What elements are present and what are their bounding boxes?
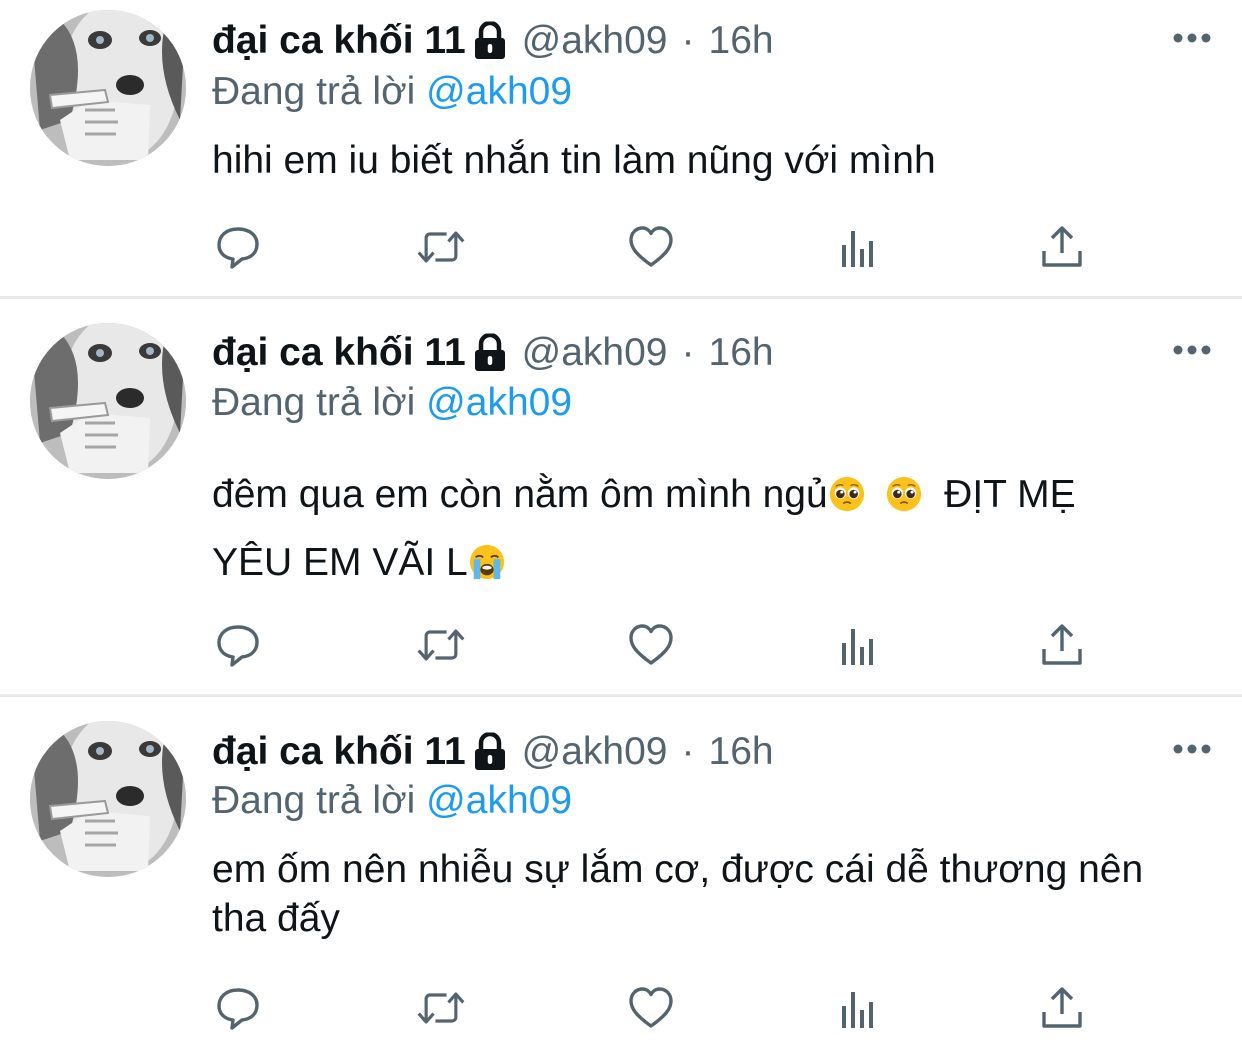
tweet-text: đêm qua em còn nằm ôm mình ngủ ĐỊT MẸ YÊU… bbox=[212, 461, 1202, 597]
reply-button[interactable] bbox=[212, 983, 264, 1033]
action-bar bbox=[212, 620, 1082, 670]
user-handle[interactable]: @akh09 bbox=[522, 19, 668, 63]
lock-icon bbox=[472, 333, 508, 373]
like-button[interactable] bbox=[625, 983, 677, 1033]
retweet-icon bbox=[415, 984, 467, 1032]
like-icon bbox=[627, 621, 675, 669]
display-name[interactable]: đại ca khối 11 bbox=[212, 331, 466, 375]
lock-icon bbox=[472, 21, 508, 61]
reply-icon bbox=[214, 621, 262, 669]
avatar[interactable] bbox=[30, 323, 186, 479]
pleading-face-emoji bbox=[828, 475, 866, 513]
tweet-header: đại ca khối 11 @akh09 · 16h bbox=[212, 727, 774, 777]
timestamp[interactable]: 16h bbox=[709, 331, 774, 375]
user-handle[interactable]: @akh09 bbox=[522, 331, 668, 375]
husky-dog-avatar bbox=[30, 323, 186, 479]
separator: · bbox=[681, 331, 695, 374]
tweet-text: em ốm nên nhiễu sự lắm cơ, được cái dễ t… bbox=[212, 848, 1155, 940]
separator: · bbox=[681, 730, 695, 773]
reply-to-handle[interactable]: @akh09 bbox=[426, 381, 572, 424]
husky-dog-avatar bbox=[30, 10, 186, 166]
analytics-button[interactable] bbox=[832, 222, 884, 272]
retweet-button[interactable] bbox=[415, 983, 467, 1033]
tweet[interactable]: đại ca khối 11 @akh09 · 16h Đang trả lời… bbox=[0, 697, 1242, 1052]
reply-to-handle[interactable]: @akh09 bbox=[426, 779, 572, 822]
analytics-icon bbox=[834, 984, 882, 1032]
retweet-button[interactable] bbox=[415, 620, 467, 670]
loudly-crying-face-emoji bbox=[468, 543, 506, 581]
tweet-header: đại ca khối 11 @akh09 · 16h bbox=[212, 16, 774, 66]
tweet[interactable]: đại ca khối 11 @akh09 · 16h Đang trả lời… bbox=[0, 0, 1242, 296]
tweet-text-line2: YÊU EM VÃI L bbox=[212, 541, 468, 584]
avatar[interactable] bbox=[30, 10, 186, 166]
user-handle[interactable]: @akh09 bbox=[522, 730, 668, 774]
reply-context: Đang trả lời @akh09 bbox=[212, 70, 572, 114]
like-icon bbox=[627, 223, 675, 271]
reply-icon bbox=[214, 223, 262, 271]
analytics-button[interactable] bbox=[832, 620, 884, 670]
share-button[interactable] bbox=[1036, 222, 1088, 272]
share-button[interactable] bbox=[1036, 983, 1088, 1033]
reply-button[interactable] bbox=[212, 222, 264, 272]
reply-button[interactable] bbox=[212, 620, 264, 670]
lock-icon bbox=[472, 732, 508, 772]
separator: · bbox=[681, 19, 695, 62]
reply-prefix: Đang trả lời bbox=[212, 70, 416, 113]
tweet-header: đại ca khối 11 @akh09 · 16h bbox=[212, 328, 774, 378]
like-icon bbox=[627, 984, 675, 1032]
share-icon bbox=[1038, 984, 1086, 1032]
reply-to-handle[interactable]: @akh09 bbox=[426, 70, 572, 113]
analytics-button[interactable] bbox=[832, 983, 884, 1033]
avatar[interactable] bbox=[30, 721, 186, 877]
pleading-face-emoji bbox=[885, 475, 923, 513]
reply-prefix: Đang trả lời bbox=[212, 779, 416, 822]
action-bar bbox=[212, 222, 1082, 272]
reply-icon bbox=[214, 984, 262, 1032]
reply-prefix: Đang trả lời bbox=[212, 381, 416, 424]
reply-context: Đang trả lời @akh09 bbox=[212, 779, 572, 823]
timestamp[interactable]: 16h bbox=[709, 19, 774, 63]
action-bar bbox=[212, 983, 1082, 1033]
like-button[interactable] bbox=[625, 620, 677, 670]
retweet-icon bbox=[415, 621, 467, 669]
tweet-text: hihi em iu biết nhắn tin làm nũng với mì… bbox=[212, 139, 936, 182]
share-button[interactable] bbox=[1036, 620, 1088, 670]
tweet-text-line1-end: ĐỊT MẸ bbox=[922, 473, 1076, 516]
more-options-icon[interactable] bbox=[1172, 344, 1212, 356]
display-name[interactable]: đại ca khối 11 bbox=[212, 730, 466, 774]
retweet-button[interactable] bbox=[415, 222, 467, 272]
like-button[interactable] bbox=[625, 222, 677, 272]
share-icon bbox=[1038, 621, 1086, 669]
more-options-icon[interactable] bbox=[1172, 743, 1212, 755]
retweet-icon bbox=[415, 223, 467, 271]
analytics-icon bbox=[834, 621, 882, 669]
timestamp[interactable]: 16h bbox=[709, 730, 774, 774]
analytics-icon bbox=[834, 223, 882, 271]
tweet[interactable]: đại ca khối 11 @akh09 · 16h Đang trả lời… bbox=[0, 299, 1242, 694]
more-options-icon[interactable] bbox=[1172, 32, 1212, 44]
husky-dog-avatar bbox=[30, 721, 186, 877]
reply-context: Đang trả lời @akh09 bbox=[212, 381, 572, 425]
share-icon bbox=[1038, 223, 1086, 271]
display-name[interactable]: đại ca khối 11 bbox=[212, 19, 466, 63]
tweet-text-line1: đêm qua em còn nằm ôm mình ngủ bbox=[212, 473, 828, 516]
